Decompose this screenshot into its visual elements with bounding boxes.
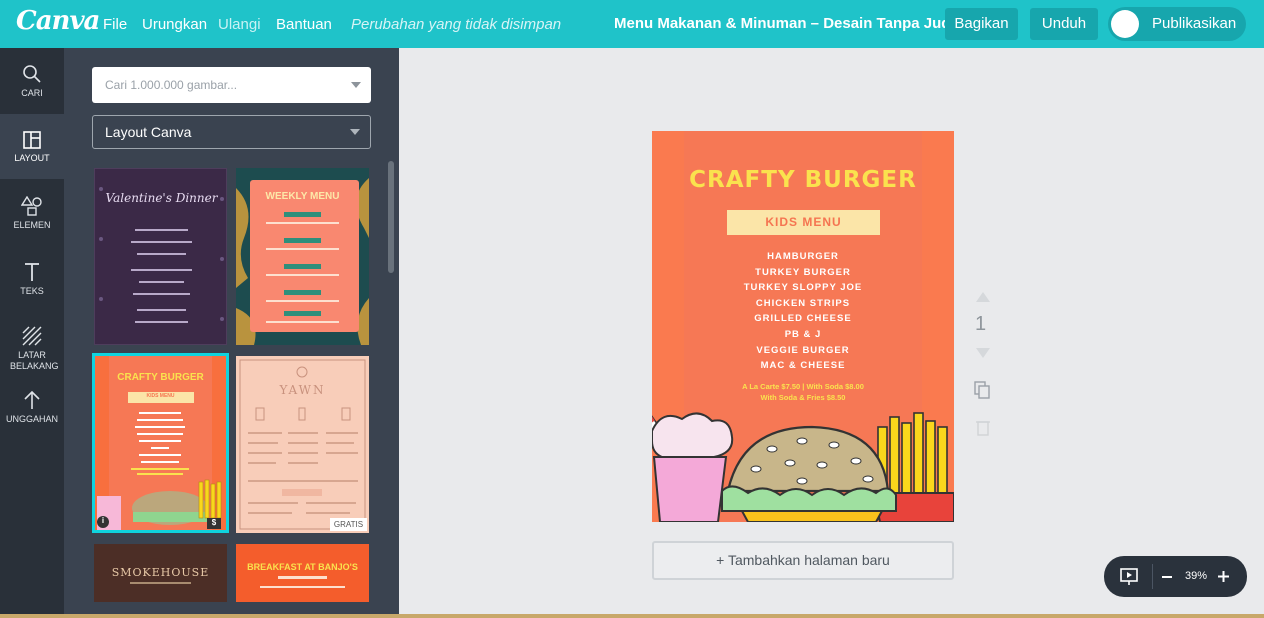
menu-redo[interactable]: Ulangi [218,16,261,33]
share-button[interactable]: Bagikan [945,8,1018,40]
layout-source-select[interactable]: Layout Canva [92,115,371,149]
shapes-icon [21,196,42,216]
thumbnail-subtitle: KIDS MENU [146,393,175,399]
zoom-level: 39% [1185,570,1208,582]
canva-logo[interactable]: Canva [16,6,100,36]
text-icon [25,263,39,281]
rail-label: LATAR BELAKANG [10,350,59,371]
layout-panel: Cari 1.000.000 gambar... Layout Canva Va… [64,48,399,618]
toggle-knob [1111,10,1139,38]
publish-toggle[interactable]: Publikasikan [1108,7,1246,41]
rail-text[interactable]: TEKS [0,262,64,297]
rail-background[interactable]: LATAR BELAKANG [0,326,64,372]
rail-label: UNGGAHAN [5,414,58,424]
zoom-divider [1152,564,1153,589]
rail-label: TEKS [20,286,44,296]
thumbnail-title: Valentine's Dinner [105,191,218,205]
delete-page-icon[interactable] [976,421,990,436]
top-bar: Canva File Urungkan Ulangi Bantuan Perub… [0,0,1264,48]
layout-thumbnail-yawn-breakfast[interactable]: YAWN GRATIS [236,356,369,533]
free-badge: GRATIS [330,518,367,531]
rail-label: CARI [21,88,43,98]
add-page-button[interactable]: + Tambahkan halaman baru [652,541,954,580]
thumbnail-rule [260,586,345,588]
zoom-in-icon[interactable] [1217,570,1230,583]
page-number: 1 [975,313,987,335]
menu-undo[interactable]: Urungkan [142,16,207,33]
layout-thumbnail-banjos[interactable]: BREAKFAST AT BANJO'S [236,544,369,602]
left-rail: CARI LAYOUT ELEMEN TEKS LATAR BELAKANG U… [0,48,64,618]
panel-scrollbar[interactable] [388,161,394,273]
search-icon [23,65,41,83]
thumbnail-title: BREAKFAST AT BANJO'S [247,562,358,572]
price-dollar-icon: $ [211,518,217,527]
design-page[interactable]: CRAFTY BURGER KIDS MENU HAMBURGER TURKEY… [652,131,954,522]
image-search-input[interactable]: Cari 1.000.000 gambar... [92,67,371,103]
rail-label: ELEMEN [13,220,51,230]
info-icon[interactable]: i [97,516,109,525]
layout-thumbnail-crafty-burger[interactable]: CRAFTY BURGER KIDS MENU i $ [92,353,229,533]
rail-layout[interactable]: LAYOUT [0,114,64,179]
move-page-up-icon[interactable] [976,292,990,302]
layout-icon [23,131,41,149]
thumbnail-rule [278,576,327,579]
zoom-control: 39% [1104,556,1247,597]
menu-file[interactable]: File [103,16,127,33]
move-page-down-icon[interactable] [976,348,990,358]
bottom-edge-strip [0,614,1264,618]
chevron-down-icon[interactable] [351,82,361,88]
thumbnail-title: CRAFTY BURGER [117,372,204,383]
duplicate-page-icon[interactable] [974,381,990,399]
upload-arrow-icon [24,390,40,409]
download-button[interactable]: Unduh [1030,8,1098,40]
chevron-down-icon [350,129,360,135]
thumbnail-title: WEEKLY MENU [265,191,340,202]
select-value: Layout Canva [105,124,192,140]
publish-label: Publikasikan [1152,15,1237,32]
zoom-out-icon[interactable] [1161,571,1173,583]
rail-search[interactable]: CARI [0,64,64,99]
unsaved-status: Perubahan yang tidak disimpan [351,16,562,33]
layout-thumbnail-smokehouse[interactable]: SMOKEHOUSE [94,544,227,602]
thumbnail-title: YAWN [279,383,326,397]
rail-elements[interactable]: ELEMEN [0,196,64,231]
background-pattern-icon [22,326,42,346]
layout-thumbnail-valentine[interactable]: Valentine's Dinner [94,168,227,345]
thumbnail-title: SMOKEHOUSE [111,566,210,579]
layout-thumbnail-weekly-menu[interactable]: WEEKLY MENU [236,168,369,345]
food-illustration[interactable] [652,131,954,522]
rail-uploads[interactable]: UNGGAHAN [0,390,64,425]
rail-label: LAYOUT [14,153,50,163]
thumbnail-rule [130,582,191,584]
menu-help[interactable]: Bantuan [276,16,332,33]
present-icon[interactable] [1119,567,1139,587]
search-placeholder: Cari 1.000.000 gambar... [105,78,238,92]
document-title[interactable]: Menu Makanan & Minuman – Desain Tanpa Ju… [614,15,964,32]
